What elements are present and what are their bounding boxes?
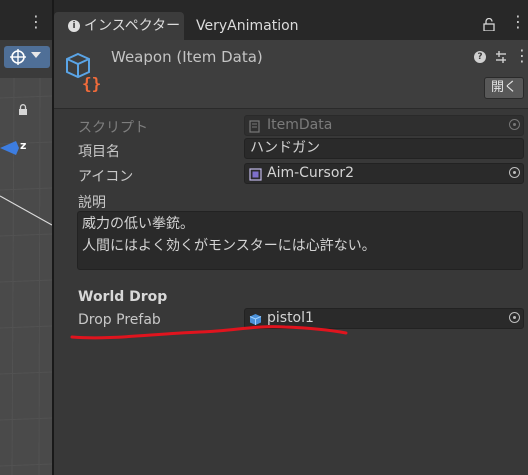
section-heading: World Drop bbox=[78, 289, 168, 305]
chevron-down-icon[interactable] bbox=[31, 52, 41, 58]
inspector-header: {} Weapon (Item Data) ? ⋮ 開く bbox=[54, 40, 528, 109]
tab-inspector[interactable]: i インスペクター bbox=[54, 12, 184, 40]
info-icon: i bbox=[68, 20, 80, 32]
crosshair-icon bbox=[10, 49, 26, 65]
script-label: スクリプト bbox=[78, 120, 148, 136]
tab-bar: i インスペクター VeryAnimation ⋮ bbox=[54, 0, 528, 40]
sprite-icon bbox=[249, 168, 262, 181]
prefab-cube-icon bbox=[249, 314, 262, 325]
scene-view[interactable]: ⋮ z bbox=[0, 0, 52, 475]
axis-label: z bbox=[20, 139, 27, 152]
name-label: 項目名 bbox=[78, 144, 120, 160]
drop-prefab-field[interactable]: pistol1 bbox=[244, 308, 524, 329]
presets-icon[interactable] bbox=[494, 50, 508, 64]
scene-topbar bbox=[0, 0, 52, 40]
description-line: 威力の低い拳銃。 bbox=[82, 216, 194, 232]
script-value: ItemData bbox=[267, 117, 333, 133]
object-picker-icon[interactable] bbox=[509, 167, 520, 178]
script-file-icon bbox=[249, 120, 260, 133]
tab-veryanimation[interactable]: VeryAnimation bbox=[196, 12, 299, 40]
drop-prefab-label: Drop Prefab bbox=[78, 312, 161, 328]
scene-more-icon[interactable]: ⋮ bbox=[28, 14, 44, 30]
icon-field[interactable]: Aim-Cursor2 bbox=[244, 163, 524, 184]
scriptable-object-icon: {} bbox=[66, 52, 101, 92]
description-line: 人間にはよく効くがモンスターには心許ない。 bbox=[82, 238, 376, 254]
icon-value: Aim-Cursor2 bbox=[267, 165, 355, 181]
description-label: 説明 bbox=[78, 195, 106, 211]
script-field: ItemData bbox=[244, 115, 524, 136]
header-more-icon[interactable]: ⋮ bbox=[514, 48, 528, 64]
open-button[interactable]: 開く bbox=[484, 77, 524, 99]
tab-label: インスペクター bbox=[84, 18, 181, 34]
lock-icon[interactable] bbox=[483, 18, 495, 31]
description-textarea[interactable]: 威力の低い拳銃。 人間にはよく効くがモンスターには心許ない。 bbox=[77, 211, 523, 270]
icon-label: アイコン bbox=[78, 169, 134, 185]
help-icon[interactable]: ? bbox=[474, 51, 486, 63]
tab-more-icon[interactable]: ⋮ bbox=[510, 14, 526, 32]
gizmo-button[interactable] bbox=[4, 46, 50, 68]
object-picker-icon bbox=[509, 119, 520, 130]
lock-icon[interactable] bbox=[18, 104, 28, 116]
inspector-panel: {} Weapon (Item Data) ? ⋮ 開く スクリプト ItemD… bbox=[54, 40, 528, 475]
svg-text:{}: {} bbox=[82, 74, 101, 92]
drop-prefab-value: pistol1 bbox=[267, 310, 314, 326]
name-value: ハンドガン bbox=[250, 140, 320, 156]
name-field[interactable]: ハンドガン bbox=[244, 138, 524, 159]
asset-title: Weapon (Item Data) bbox=[111, 48, 263, 66]
object-picker-icon[interactable] bbox=[509, 312, 520, 323]
